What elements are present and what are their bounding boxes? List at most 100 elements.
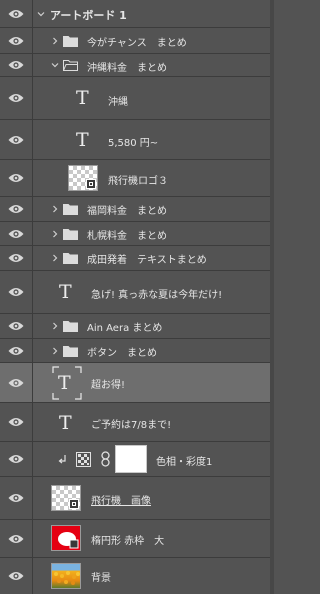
eye-icon	[8, 205, 24, 213]
visibility-toggle[interactable]	[0, 339, 33, 362]
layer-row-group[interactable]: 福岡料金 まとめ	[0, 197, 270, 222]
layer-row-smart-object[interactable]: 飛行機ロゴ３	[0, 160, 270, 197]
visibility-toggle[interactable]	[0, 314, 33, 338]
layer-mask-thumbnail	[115, 445, 147, 473]
eye-icon	[8, 229, 24, 238]
eye-icon	[8, 174, 24, 182]
eye-icon	[8, 94, 24, 102]
layer-row-adjustment[interactable]: 色相・彩度1	[0, 442, 270, 477]
folder-icon	[63, 253, 78, 264]
layer-label: 札幌料金 まとめ	[87, 231, 167, 242]
layer-row-type[interactable]: T ご予約は7/8まで!	[0, 403, 270, 442]
layer-label: 今がチャンス まとめ	[87, 38, 187, 49]
layer-row-background[interactable]: 背景	[0, 558, 270, 594]
layer-label: 成田発着 テキストまとめ	[87, 255, 207, 266]
eye-icon	[8, 61, 24, 69]
layer-row-artboard[interactable]: アートボード 1	[0, 0, 270, 28]
folder-icon	[63, 229, 78, 240]
visibility-toggle[interactable]	[0, 222, 33, 245]
eye-icon	[8, 378, 24, 387]
layer-row-type-selected[interactable]: T 超お得!	[0, 363, 270, 403]
chevron-right-icon[interactable]	[51, 254, 59, 262]
layer-row-shape[interactable]: 楕円形 赤枠 大	[0, 520, 270, 558]
visibility-toggle[interactable]	[0, 0, 33, 27]
visibility-toggle[interactable]	[0, 28, 33, 53]
chevron-down-icon[interactable]	[51, 61, 59, 69]
chevron-right-icon[interactable]	[51, 205, 59, 213]
visibility-toggle[interactable]	[0, 120, 33, 159]
eye-icon	[8, 418, 24, 426]
layer-label: 飛行機ロゴ３	[108, 176, 168, 187]
folder-open-icon	[63, 60, 78, 71]
eye-icon	[8, 322, 24, 330]
layer-thumbnail	[68, 165, 98, 191]
layer-label: 楕円形 赤枠 大	[91, 536, 165, 547]
smart-object-badge-icon	[86, 179, 96, 189]
type-layer-icon: T	[58, 372, 71, 394]
layer-thumbnail	[51, 525, 81, 551]
visibility-toggle[interactable]	[0, 77, 33, 119]
eye-icon	[8, 534, 24, 543]
artboard-label: アートボード 1	[50, 9, 127, 22]
type-layer-icon: T	[76, 129, 89, 151]
layer-row-type[interactable]: T 沖縄	[0, 77, 270, 120]
panel-scrollbar[interactable]	[270, 0, 274, 594]
chevron-right-icon[interactable]	[51, 347, 59, 355]
eye-icon	[8, 254, 24, 262]
eye-icon	[8, 288, 24, 296]
visibility-toggle[interactable]	[0, 197, 33, 221]
layer-row-group[interactable]: 札幌料金 まとめ	[0, 222, 270, 246]
layer-label: 急げ! 真っ赤な夏は今年だけ!	[91, 290, 223, 301]
chevron-right-icon[interactable]	[51, 230, 59, 238]
layer-row-group[interactable]: 今がチャンス まとめ	[0, 28, 270, 54]
visibility-toggle[interactable]	[0, 271, 33, 313]
visibility-toggle[interactable]	[0, 246, 33, 270]
clipping-arrow-icon	[58, 455, 66, 464]
eye-icon	[8, 494, 24, 502]
layer-label: 福岡料金 まとめ	[87, 206, 167, 217]
folder-icon	[63, 204, 78, 215]
layer-thumbnail	[51, 485, 81, 511]
chevron-down-icon[interactable]	[37, 10, 45, 18]
layer-thumbnail	[51, 563, 81, 589]
eye-icon	[8, 455, 24, 463]
layer-label: 色相・彩度1	[156, 457, 213, 468]
visibility-toggle[interactable]	[0, 363, 33, 402]
eye-icon	[8, 36, 24, 45]
eye-icon	[8, 9, 24, 18]
adjustment-layer-icon	[76, 452, 91, 467]
layer-row-type[interactable]: T 5,580 円~	[0, 120, 270, 160]
layer-row-group[interactable]: 沖縄料金 まとめ	[0, 54, 270, 77]
folder-icon	[63, 36, 78, 47]
layer-label: ご予約は7/8まで!	[91, 420, 172, 431]
layer-row-group[interactable]: ボタン まとめ	[0, 339, 270, 363]
visibility-toggle[interactable]	[0, 54, 33, 76]
eye-icon	[8, 346, 24, 355]
layers-panel: アートボード 1 今がチャンス まとめ 沖縄料金 まとめ T 沖縄 T 5,58…	[0, 0, 274, 594]
visibility-toggle[interactable]	[0, 160, 33, 196]
chevron-right-icon[interactable]	[51, 37, 59, 45]
visibility-toggle[interactable]	[0, 477, 33, 519]
link-icon	[101, 451, 110, 467]
layer-label: 飛行機 画像	[91, 496, 151, 507]
visibility-toggle[interactable]	[0, 558, 33, 594]
visibility-toggle[interactable]	[0, 442, 33, 476]
folder-icon	[63, 321, 78, 332]
layer-row-smart-object[interactable]: 飛行機 画像	[0, 477, 270, 520]
visibility-toggle[interactable]	[0, 403, 33, 441]
layer-row-group[interactable]: Ain Aera まとめ	[0, 314, 270, 339]
layer-label: Ain Aera まとめ	[87, 323, 163, 334]
layer-row-type[interactable]: T 急げ! 真っ赤な夏は今年だけ!	[0, 271, 270, 314]
layer-row-group[interactable]: 成田発着 テキストまとめ	[0, 246, 270, 271]
eye-icon	[8, 572, 24, 580]
type-layer-icon: T	[59, 281, 72, 303]
layer-label: 5,580 円~	[108, 138, 159, 149]
layer-label: 背景	[91, 573, 111, 584]
layer-label: ボタン まとめ	[87, 348, 157, 359]
type-layer-icon: T	[76, 87, 89, 109]
visibility-toggle[interactable]	[0, 520, 33, 557]
type-layer-icon: T	[59, 412, 72, 434]
layer-label: 沖縄	[108, 97, 128, 108]
folder-icon	[63, 346, 78, 357]
chevron-right-icon[interactable]	[51, 322, 59, 330]
